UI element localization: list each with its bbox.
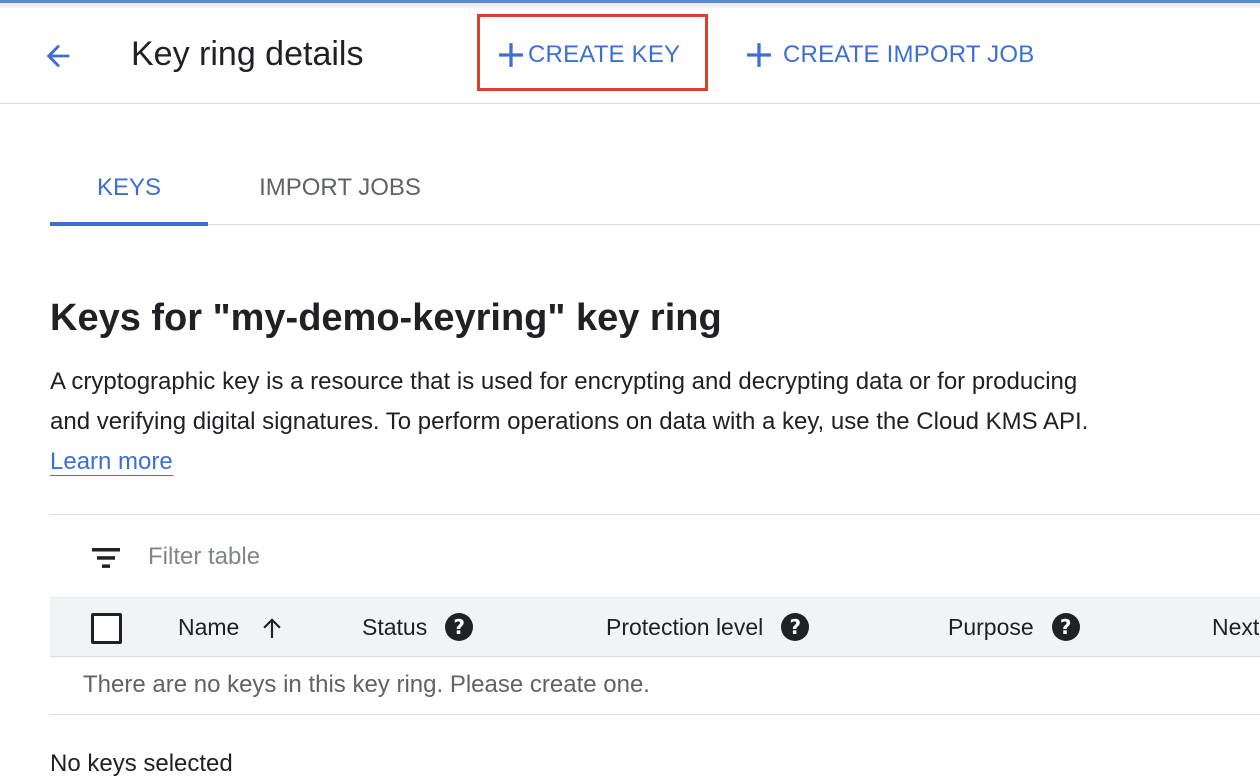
help-icon[interactable]: ? [781,613,810,641]
back-button[interactable] [34,32,82,80]
section-description: A cryptographic key is a resource that i… [50,362,1110,482]
column-name-label: Name [178,613,240,640]
learn-more-link[interactable]: Learn more [50,448,173,476]
column-header-purpose: Purpose ? [948,598,1080,656]
arrow-upward-icon [263,618,282,638]
select-all-checkbox[interactable] [91,613,122,644]
create-import-job-button[interactable]: CREATE IMPORT JOB [746,32,1034,78]
table-empty-row: There are no keys in this key ring. Plea… [50,657,1260,715]
table-header-row: Name Status ? Protection level ? Purpose… [50,597,1260,657]
create-key-label: CREATE KEY [528,41,681,68]
plus-icon [499,43,523,67]
column-header-status: Status ? [362,598,474,656]
plus-icon [747,43,771,67]
selection-status: No keys selected [50,750,233,777]
top-accent-bar [0,0,1260,8]
empty-table-message: There are no keys in this key ring. Plea… [83,671,650,698]
tab-import-jobs[interactable]: IMPORT JOBS [235,150,445,225]
create-import-job-label: CREATE IMPORT JOB [783,41,1035,68]
create-key-button[interactable]: CREATE KEY [498,32,680,78]
keys-table: Name Status ? Protection level ? Purpose… [50,514,1260,715]
column-header-protection-level: Protection level ? [606,598,810,656]
filter-list-icon[interactable] [90,544,122,572]
column-header-name[interactable]: Name [178,598,285,656]
tab-bar: KEYS IMPORT JOBS [50,150,1260,226]
column-purpose-label: Purpose [948,613,1034,640]
column-status-label: Status [362,613,428,640]
section-title: Keys for "my-demo-keyring" key ring [50,297,722,339]
filter-bar [50,515,1260,597]
description-text: A cryptographic key is a resource that i… [50,368,1089,435]
tab-keys[interactable]: KEYS [50,150,208,226]
help-icon[interactable]: ? [1051,613,1080,641]
column-protection-label: Protection level [606,613,764,640]
column-header-next: Next [1212,598,1259,656]
filter-table-input[interactable] [148,539,648,575]
page-title: Key ring details [131,35,364,73]
page-header: Key ring details CREATE KEY CREATE IMPOR… [0,8,1260,104]
arrow-back-icon [46,44,70,68]
help-icon[interactable]: ? [445,613,474,641]
column-next-label: Next [1212,613,1260,640]
